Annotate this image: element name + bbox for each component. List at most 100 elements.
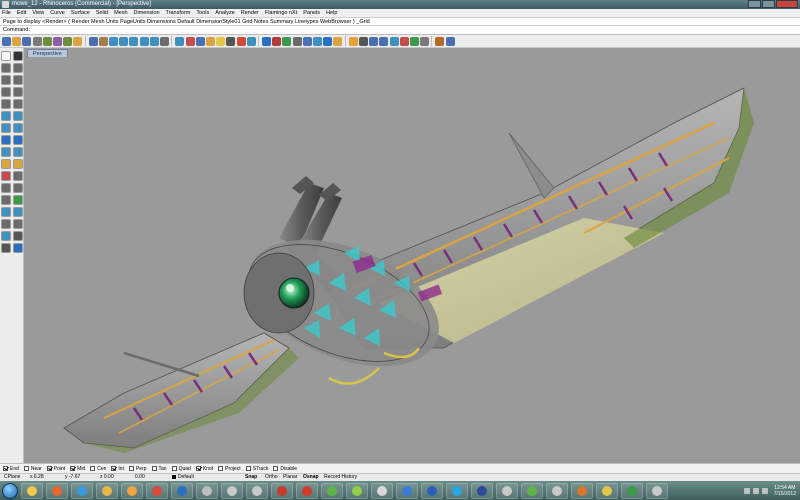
lightbulb-icon[interactable] [216,36,226,46]
print-icon[interactable] [32,36,42,46]
properties-icon[interactable] [195,36,205,46]
zoom-dynamic-icon[interactable] [119,36,129,46]
osnap-checkbox[interactable] [23,466,29,471]
blue-app-taskbar-button[interactable] [396,482,418,499]
rotate-icon[interactable] [1,207,11,217]
analyze-icon[interactable] [1,231,11,241]
osnap-point[interactable]: Point [46,466,65,472]
rhino-app-icon[interactable] [2,1,9,8]
explorer-taskbar-button[interactable] [21,482,43,499]
osnap-toggle[interactable]: Osnap [303,474,319,481]
fillet-icon[interactable] [1,159,11,169]
osnap-checkbox[interactable] [3,466,8,471]
menu-item-view[interactable]: View [32,10,44,16]
eye-taskbar-button[interactable] [471,482,493,499]
skype-taskbar-button[interactable] [446,482,468,499]
cut-icon[interactable] [52,36,62,46]
record-history-toggle[interactable]: Record History [324,474,357,481]
menu-item-analyze[interactable]: Analyze [215,10,235,16]
grid-icon[interactable] [302,36,312,46]
word-taskbar-button[interactable] [421,482,443,499]
rotate-view-icon[interactable] [109,36,119,46]
group-icon[interactable] [13,183,23,193]
osnap-int[interactable]: Int [111,466,124,472]
point-icon[interactable] [13,51,23,61]
osnap-checkbox[interactable] [273,466,279,471]
trim-icon[interactable] [13,159,23,169]
folder-taskbar-button[interactable] [96,482,118,499]
camera-icon[interactable] [358,36,368,46]
copy-icon[interactable] [63,36,73,46]
swirl-taskbar-button[interactable] [221,482,243,499]
paste-icon[interactable] [73,36,83,46]
layout-icon[interactable] [313,36,322,46]
curve-icon[interactable] [389,36,399,46]
render-icon[interactable] [13,243,23,253]
osnap-checkbox[interactable] [70,466,76,471]
osnap-end[interactable]: End [3,466,19,472]
ppt-taskbar-button[interactable] [571,482,593,499]
analyze-icon[interactable] [435,36,445,46]
red-app-taskbar-button[interactable] [296,482,318,499]
zoom-window-icon[interactable] [129,36,139,46]
four-views-icon[interactable] [175,36,185,46]
command-line[interactable]: Command: [0,26,800,35]
minimize-button[interactable] [748,0,761,8]
line-icon[interactable] [1,63,11,73]
spiral-taskbar-button[interactable] [646,482,668,499]
ortho-toggle[interactable]: Ortho [265,474,278,481]
osnap-perp[interactable]: Perp [128,466,147,472]
osnap-quad[interactable]: Quad [171,466,191,472]
surface-icon[interactable] [1,123,11,133]
undo-view-icon[interactable] [160,36,169,46]
osnap-checkbox[interactable] [90,466,96,471]
new-icon[interactable] [2,36,11,46]
copy-icon[interactable] [13,195,23,205]
menu-item-mesh[interactable]: Mesh [114,10,127,16]
osnap-tan[interactable]: Tan [151,466,167,472]
menu-item-help[interactable]: Help [326,10,337,16]
osnap-near[interactable]: Near [23,466,42,472]
osnap-mid[interactable]: Mid [70,466,85,472]
cplane-icon[interactable] [185,36,195,46]
wireframe-icon[interactable] [246,36,256,46]
menu-item-transform[interactable]: Transform [166,10,191,16]
explode-icon[interactable] [1,183,11,193]
material-icon[interactable] [272,36,282,46]
current-layer[interactable]: Default [172,474,194,481]
menu-item-edit[interactable]: Edit [17,10,26,16]
offset-icon[interactable] [13,111,23,121]
menu-item-flamingo-nxt[interactable]: Flamingo nXt [265,10,297,16]
network-icon[interactable] [743,487,750,494]
move-icon[interactable] [1,195,11,205]
polyline-icon[interactable] [13,63,23,73]
close-button[interactable] [776,0,798,8]
mirror-icon[interactable] [1,219,11,229]
surface-icon[interactable] [399,36,409,46]
green-app-taskbar-button[interactable] [321,482,343,499]
color-wheel-icon[interactable] [236,36,246,46]
rhino-taskbar-button[interactable] [196,482,218,499]
menu-item-dimension[interactable]: Dimension [134,10,160,16]
menu-item-surface[interactable]: Surface [71,10,90,16]
solid-box-icon[interactable] [1,135,11,145]
options-icon[interactable] [292,36,302,46]
sketchup-taskbar-button[interactable] [146,482,168,499]
polygon-icon[interactable] [13,99,23,109]
zoom-selected-icon[interactable] [149,36,159,46]
viewport-title-tab[interactable]: Perspective [27,49,68,57]
swirl2-taskbar-button[interactable] [546,482,568,499]
undo-icon[interactable] [88,36,98,46]
volume-icon[interactable] [752,487,759,494]
acrobat-taskbar-button[interactable] [271,482,293,499]
winamp-taskbar-button[interactable] [246,482,268,499]
osnap-cen[interactable]: Cen [90,466,106,472]
media-player-taskbar-button[interactable] [121,482,143,499]
ie-taskbar-button[interactable] [71,482,93,499]
freeform-icon[interactable] [1,111,11,121]
save-icon[interactable] [22,36,32,46]
pan-icon[interactable] [98,36,108,46]
select-icon[interactable] [226,36,236,46]
mesh-icon[interactable] [420,36,430,46]
text-icon[interactable] [13,231,23,241]
